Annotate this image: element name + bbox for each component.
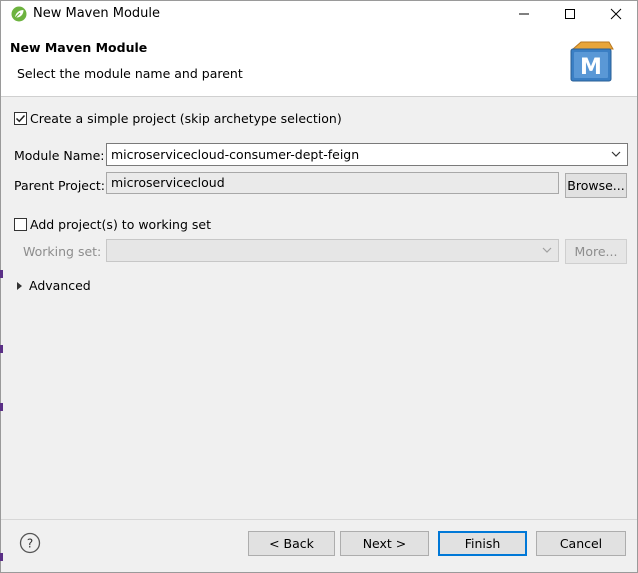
close-icon bbox=[610, 8, 622, 20]
back-button[interactable]: < Back bbox=[248, 531, 335, 556]
footer-separator bbox=[1, 519, 637, 520]
parent-project-label: Parent Project: bbox=[14, 178, 105, 193]
background-window-edge bbox=[0, 553, 3, 561]
expand-triangle-icon[interactable] bbox=[17, 282, 22, 290]
wizard-subtitle: Select the module name and parent bbox=[17, 66, 243, 81]
working-set-label: Working set: bbox=[23, 244, 102, 259]
working-set-checkbox[interactable] bbox=[14, 218, 27, 231]
module-name-combo[interactable]: microservicecloud-consumer-dept-feign bbox=[106, 143, 628, 166]
advanced-section-toggle[interactable]: Advanced bbox=[29, 278, 91, 293]
maven-logo-letter: M bbox=[580, 55, 602, 80]
parent-project-value: microservicecloud bbox=[111, 175, 225, 190]
close-button[interactable] bbox=[593, 1, 638, 27]
browse-button[interactable]: Browse... bbox=[565, 173, 627, 198]
chevron-down-icon[interactable] bbox=[610, 148, 622, 160]
module-name-label: Module Name: bbox=[14, 148, 105, 163]
simple-project-checkbox[interactable] bbox=[14, 112, 27, 125]
svg-text:?: ? bbox=[27, 537, 33, 551]
parent-project-field: microservicecloud bbox=[106, 172, 559, 194]
maven-logo-icon: M bbox=[570, 41, 614, 82]
more-button[interactable]: More... bbox=[565, 239, 627, 264]
title-bar: New Maven Module bbox=[1, 1, 637, 27]
minimize-icon bbox=[519, 13, 529, 15]
spring-leaf-icon bbox=[11, 6, 27, 22]
wizard-title: New Maven Module bbox=[10, 40, 148, 55]
module-name-value: microservicecloud-consumer-dept-feign bbox=[111, 147, 360, 162]
new-maven-module-dialog: New Maven Module New Maven Module Select… bbox=[0, 0, 638, 573]
help-icon[interactable]: ? bbox=[19, 532, 41, 554]
checkmark-icon bbox=[15, 114, 26, 123]
background-window-edge bbox=[0, 403, 3, 411]
working-set-checkbox-label[interactable]: Add project(s) to working set bbox=[30, 217, 211, 232]
maximize-button[interactable] bbox=[547, 1, 593, 27]
next-button[interactable]: Next > bbox=[340, 531, 429, 556]
window-title: New Maven Module bbox=[33, 6, 161, 21]
chevron-down-icon bbox=[542, 247, 552, 253]
wizard-banner: New Maven Module Select the module name … bbox=[1, 27, 637, 97]
cancel-button[interactable]: Cancel bbox=[536, 531, 626, 556]
simple-project-label[interactable]: Create a simple project (skip archetype … bbox=[30, 111, 342, 126]
finish-button[interactable]: Finish bbox=[438, 531, 527, 556]
background-window-edge bbox=[0, 270, 3, 278]
minimize-button[interactable] bbox=[501, 1, 547, 27]
working-set-combo[interactable] bbox=[106, 239, 559, 262]
maximize-icon bbox=[565, 9, 575, 19]
background-window-edge bbox=[0, 345, 3, 353]
